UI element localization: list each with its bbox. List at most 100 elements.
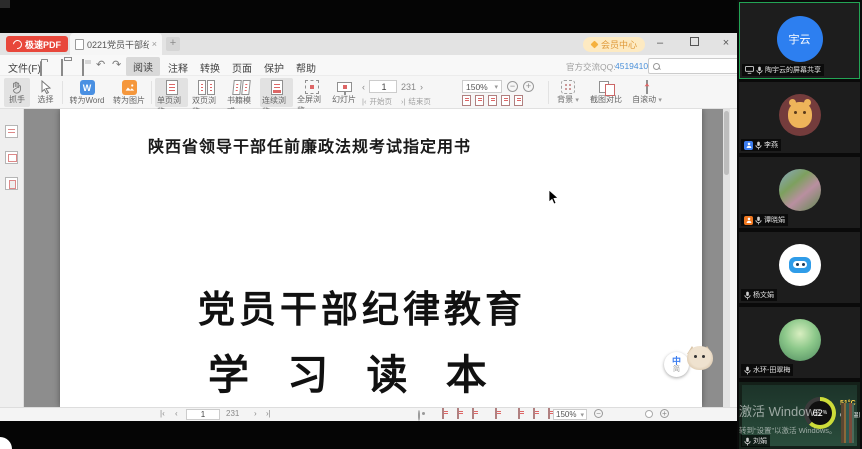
meeting-sidebar: 宇云 陶宇云的屏幕共享 李燕 谭晓娟 [737,0,862,449]
actual-size-icon[interactable] [514,95,523,106]
menu-page[interactable]: 页面 [232,60,252,75]
search-box[interactable] [648,58,742,74]
status-page-box[interactable]: 1 [186,409,220,420]
convert-to-word-button[interactable]: W 转为Word [66,78,108,107]
last-page-icon[interactable]: ›| [401,97,405,106]
book-mode-button[interactable]: 书籍模式 [225,78,258,107]
continuous-view-icon[interactable] [472,408,474,419]
rotate-right-icon[interactable] [533,408,535,419]
minimize-button[interactable]: – [650,36,670,52]
member-center-button[interactable]: 会员中心 [583,37,645,52]
page-width-icon[interactable] [501,95,510,106]
avatar: 宇云 [777,16,823,62]
last-page-icon[interactable]: ›| [266,409,271,418]
menu-annotate[interactable]: 注释 [168,60,188,75]
eye-protection-icon[interactable] [418,410,420,421]
scrollbar-thumb[interactable] [724,111,729,175]
close-button[interactable]: × [716,36,736,52]
prev-page-icon[interactable]: ‹ [362,82,365,92]
next-page-icon[interactable]: › [420,82,423,92]
cat-sticker-icon[interactable] [685,342,715,370]
first-page-icon[interactable]: |‹ [362,97,366,106]
single-page-view-button[interactable]: 单页浏览 [155,78,188,107]
end-page-label[interactable]: 结束页 [408,96,431,107]
video-tile[interactable]: 杨文娟 [739,232,860,303]
maximize-icon [690,37,699,46]
hand-icon [10,80,24,94]
word-icon: W [80,80,95,95]
new-tab-button[interactable]: + [166,37,180,51]
select-tool-label: 选择 [38,94,54,105]
zoom-out-icon[interactable]: − [507,81,518,92]
double-page-icon[interactable] [457,408,459,419]
participant-name: 刘娟 [753,436,767,446]
outline-panel-icon[interactable] [5,125,18,138]
menu-file[interactable]: 文件(F) [8,60,41,75]
document-viewport[interactable]: 陕西省领导干部任前廉政法规考试指定用书 党员干部纪律教育 学 习 读 本 中 简 [24,109,730,407]
zoom-select[interactable]: 150% ▾ [462,80,502,93]
double-page-view-button[interactable]: 双页浏览 [190,78,223,107]
undo-icon[interactable]: ↶ [96,58,105,71]
menu-protect[interactable]: 保护 [264,60,284,75]
rotate-right-icon[interactable] [475,95,484,106]
fullscreen-view-button[interactable]: 全屏浏览 [295,78,328,107]
autoscroll-button[interactable]: 自滚动 ▾ [629,78,665,107]
participant-label: 陶宇云的屏幕共享 [742,64,824,76]
screenshot-compare-button[interactable]: 截图对比 [586,78,626,107]
page-fit-icon[interactable] [548,408,550,419]
tab-close-icon[interactable]: × [152,39,157,49]
rotate-left-icon[interactable] [462,95,471,106]
rotate-left-icon[interactable] [518,408,520,419]
video-tile-sharer[interactable]: 宇云 陶宇云的屏幕共享 [739,2,860,79]
single-page-icon [166,80,178,95]
hand-tool-button[interactable]: 抓手 [4,78,30,107]
page-number-box[interactable] [369,80,397,93]
vertical-scrollbar[interactable] [723,109,730,407]
video-tile-camera[interactable]: 62% 51°C CPU温度 刘娟 [739,382,860,449]
toolbar-separator [62,81,63,104]
video-tile[interactable]: 谭晓娟 [739,157,860,228]
participant-label: 李燕 [741,139,781,151]
continuous-view-button[interactable]: 连续浏览 [260,78,293,107]
menu-convert[interactable]: 转换 [200,60,220,75]
convert-to-word-label: 转为Word [70,95,105,106]
app-logo[interactable]: 极速PDF [6,36,68,52]
background-label: 背景 ▾ [557,94,579,105]
bookmark-panel-icon[interactable] [5,177,18,190]
background-button[interactable]: 背景 ▾ [553,78,583,107]
zoom-in-icon[interactable]: + [523,81,534,92]
logo-swoosh-icon [11,38,24,51]
select-tool-button[interactable]: 选择 [32,78,59,107]
zoom-out-icon[interactable]: − [594,409,603,418]
avatar [779,169,821,211]
compare-label: 截图对比 [590,94,622,105]
single-page-icon[interactable] [442,408,444,419]
status-zoom-select[interactable]: 150% ▾ [553,409,587,420]
redo-icon[interactable]: ↷ [112,58,121,71]
page-fit-icon[interactable] [488,95,497,106]
video-tile[interactable]: 水环-田翠梅 [739,307,860,378]
thumbnail-panel-icon[interactable] [5,151,18,164]
zoom-in-icon[interactable]: + [660,409,669,418]
slideshow-button[interactable]: 幻灯片 [330,78,358,107]
avatar [779,244,821,286]
page-number-input[interactable] [370,81,398,93]
chevron-down-icon: ▾ [658,97,662,104]
search-input[interactable] [663,61,727,72]
first-page-icon[interactable]: |‹ [160,409,165,418]
prev-page-icon[interactable]: ‹ [175,409,178,418]
convert-to-image-button[interactable]: 转为图片 [109,78,149,107]
next-page-icon[interactable]: › [254,409,257,418]
page-navigation: ‹ 231 › [362,80,423,93]
slideshow-icon[interactable] [495,408,497,419]
autoscroll-label: 自滚动 ▾ [632,94,662,105]
zoom-slider-knob[interactable] [645,410,653,418]
start-page-label[interactable]: 开始页 [369,96,392,107]
document-tab[interactable]: 0221党员干部纪律… × [70,33,162,55]
video-tile[interactable]: 李燕 [739,82,860,153]
menu-read[interactable]: 阅读 [126,57,160,76]
maximize-button[interactable] [684,36,704,52]
status-zoom-level: 150% [556,410,576,419]
mic-icon [755,216,762,225]
menu-help[interactable]: 帮助 [296,60,316,75]
